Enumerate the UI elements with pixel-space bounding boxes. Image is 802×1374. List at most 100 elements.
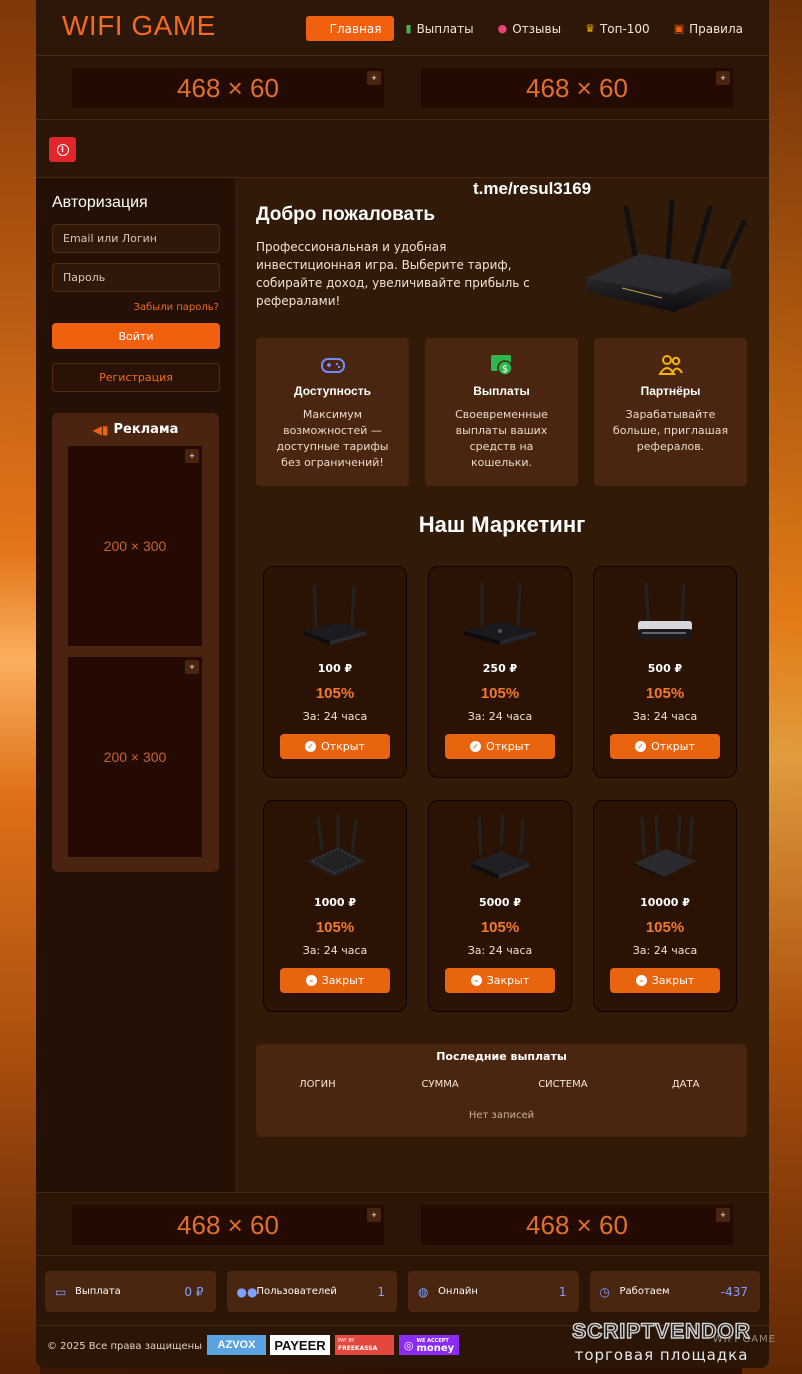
plan-percent: 105%: [480, 685, 520, 702]
stat-working: ◷ Работаем -437: [589, 1271, 760, 1312]
yoomoney-icon: ◎: [403, 1338, 414, 1352]
globe-icon: ◍: [418, 1284, 429, 1299]
banner-size-label: 468 × 60: [177, 1209, 279, 1240]
plan-term: За: 24 часа: [302, 944, 368, 957]
nav-rules[interactable]: ▣ Правила: [662, 16, 755, 41]
site-container: WIFI GAME Главная ▮ Выплаты ● Отзывы ♛ Т…: [36, 0, 769, 1368]
plan-closed-button[interactable]: – Закрыт: [280, 968, 390, 993]
stat-users: ●● Пользователей 1: [226, 1271, 397, 1312]
nav-top100[interactable]: ♛ Топ-100: [573, 16, 662, 41]
plus-icon[interactable]: +: [716, 71, 730, 85]
ad-slot-1[interactable]: 200 × 300 +: [68, 446, 202, 646]
azvox-logo[interactable]: AZVOX: [207, 1335, 266, 1355]
plan-btn-label: Открыт: [651, 740, 695, 753]
logo[interactable]: WIFI GAME: [62, 10, 216, 42]
banner-468-right[interactable]: 468 × 60 +: [421, 1205, 733, 1245]
watermark-line2: торговая площадка: [574, 1346, 749, 1364]
plan-card: 5000 ₽ 105% За: 24 часа – Закрыт: [428, 800, 572, 1012]
banner-size-label: 468 × 60: [526, 72, 628, 103]
plan-card: 1000 ₽ 105% За: 24 часа – Закрыт: [263, 800, 407, 1012]
yoomoney-text: WE ACCEPT money: [416, 1337, 455, 1354]
nav-payouts[interactable]: ▮ Выплаты: [394, 16, 486, 41]
plan-term: За: 24 часа: [467, 944, 533, 957]
plan-term: За: 24 часа: [632, 710, 698, 723]
plus-icon[interactable]: +: [185, 449, 199, 463]
plan-open-button[interactable]: ✓ Открыт: [610, 734, 720, 759]
plan-btn-label: Закрыт: [486, 974, 530, 987]
router-image: [594, 579, 736, 649]
plan-closed-button[interactable]: – Закрыт: [445, 968, 555, 993]
marketing-title: Наш Маркетинг: [418, 512, 586, 537]
feature-card: Доступность Максимум возможностей — дост…: [256, 338, 409, 486]
ad-size-label: 200 × 300: [103, 749, 167, 765]
plan-card: 10000 ₽ 105% За: 24 часа – Закрыт: [593, 800, 737, 1012]
azvox-label: AZVOX: [217, 1339, 256, 1351]
login-button[interactable]: Войти: [52, 323, 220, 349]
background-glow-left: [0, 0, 40, 1374]
content: t.me/resul3169 Добро пожаловать Професси…: [235, 178, 769, 1192]
users-icon: [594, 352, 747, 378]
plan-term: За: 24 часа: [467, 710, 533, 723]
auth-title: Авторизация: [52, 194, 148, 211]
nav-home[interactable]: Главная: [305, 16, 394, 41]
plan-open-button[interactable]: ✓ Открыт: [280, 734, 390, 759]
stat-value: 0 ₽: [184, 1284, 204, 1299]
trophy-icon: ♛: [585, 22, 595, 35]
minus-icon: –: [635, 975, 647, 986]
payouts-empty: Нет записей: [468, 1110, 535, 1121]
login-input[interactable]: Email или Логин: [52, 224, 220, 253]
yoomoney-logo[interactable]: ◎ WE ACCEPT money: [399, 1335, 459, 1355]
bottom-banner-row: 468 × 60 + 468 × 60 +: [36, 1192, 769, 1256]
plus-icon[interactable]: +: [367, 71, 381, 85]
clipboard-icon: ▣: [673, 22, 685, 35]
register-button[interactable]: Регистрация: [52, 363, 220, 392]
payouts-title: Последние выплаты: [436, 1050, 567, 1063]
chat-icon: ●: [497, 22, 508, 35]
welcome-text: Профессиональная и удобная инвестиционна…: [256, 240, 530, 308]
clock-icon: ◷: [599, 1284, 610, 1299]
banner-468-left[interactable]: 468 × 60 +: [72, 68, 384, 108]
plus-icon[interactable]: +: [185, 660, 199, 674]
plan-closed-button[interactable]: – Закрыт: [610, 968, 720, 993]
check-icon: ✓: [305, 741, 317, 752]
stat-value: 1: [558, 1284, 567, 1299]
freekassa-label: FREEKASSA: [338, 1345, 378, 1352]
payouts-table-header: ЛОГИН СУММА СИСТЕМА ДАТА: [256, 1079, 747, 1090]
plus-icon[interactable]: +: [716, 1208, 730, 1222]
payeer-logo[interactable]: PAYEER: [270, 1335, 330, 1355]
banner-468-right[interactable]: 468 × 60 +: [421, 68, 733, 108]
feature-title: Выплаты: [473, 384, 530, 398]
check-icon: ✓: [470, 741, 482, 752]
freekassa-top: PAY BY: [338, 1338, 355, 1344]
info-alert-button[interactable]: i: [49, 137, 76, 162]
plan-open-button[interactable]: ✓ Открыт: [445, 734, 555, 759]
feature-desc: Своевременные выплаты ваших средств на к…: [455, 408, 548, 469]
freekassa-logo[interactable]: PAY BY FREEKASSA: [335, 1335, 394, 1355]
plus-icon[interactable]: +: [367, 1208, 381, 1222]
forgot-password-link[interactable]: Забыли пароль?: [52, 302, 219, 313]
banner-size-label: 468 × 60: [177, 72, 279, 103]
plan-price: 5000 ₽: [478, 896, 522, 909]
router-image: [586, 200, 747, 312]
nav-reviews[interactable]: ● Отзывы: [486, 16, 573, 41]
nav-top100-label: Топ-100: [599, 21, 650, 36]
features: Доступность Максимум возможностей — дост…: [256, 338, 748, 486]
nav-payouts-label: Выплаты: [416, 21, 474, 36]
yoomoney-label: money: [416, 1343, 455, 1354]
feature-title: Доступность: [294, 384, 371, 398]
plan-percent: 105%: [645, 685, 685, 702]
ad-box: ◀▮ Реклама 200 × 300 + 200 × 300 +: [52, 413, 219, 872]
plan-percent: 105%: [480, 919, 520, 936]
banner-size-label: 468 × 60: [526, 1209, 628, 1240]
stat-value: 1: [377, 1284, 385, 1299]
stat-label: Работаем: [619, 1286, 670, 1297]
password-input[interactable]: Пароль: [52, 263, 220, 292]
stat-value: -437: [720, 1284, 748, 1299]
stat-online: ◍ Онлайн 1: [408, 1271, 579, 1312]
info-icon: i: [56, 143, 69, 156]
sidebar: Авторизация Email или Логин Пароль Забыл…: [36, 178, 235, 1192]
header: WIFI GAME Главная ▮ Выплаты ● Отзывы ♛ Т…: [36, 0, 769, 56]
ad-slot-2[interactable]: 200 × 300 +: [68, 657, 202, 857]
banner-468-left[interactable]: 468 × 60 +: [72, 1205, 384, 1245]
plan-btn-label: Закрыт: [651, 974, 695, 987]
